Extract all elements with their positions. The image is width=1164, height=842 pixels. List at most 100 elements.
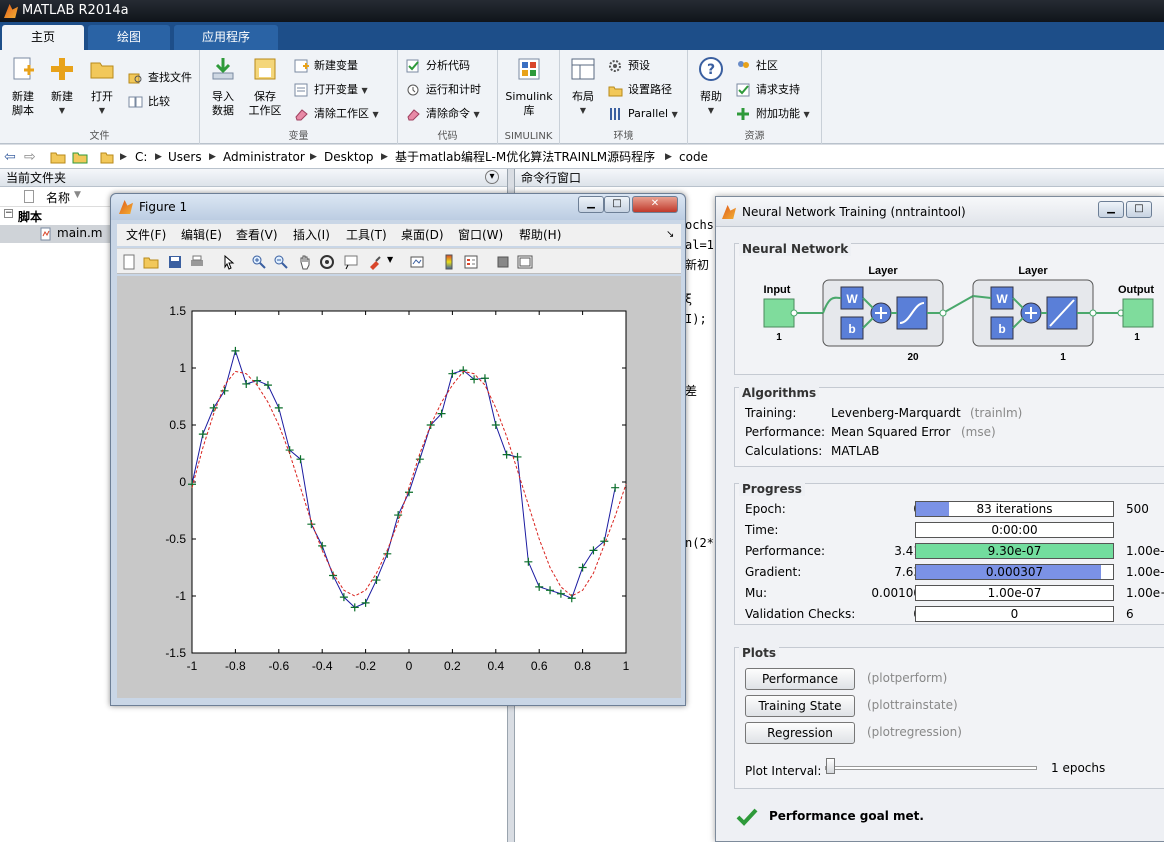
menu-desktop[interactable]: 桌面(D)	[401, 224, 444, 246]
progress-row: Mu: 0.00100 1.00e-07 1.00e+	[745, 585, 1164, 604]
pan-hand-icon[interactable]	[297, 254, 313, 270]
new-figure-icon[interactable]	[121, 254, 137, 270]
rotate-3d-icon[interactable]	[319, 254, 335, 270]
minimize-icon: ▁	[587, 198, 595, 209]
open-variable-button[interactable]: 打开变量 ▼	[294, 80, 368, 100]
save-workspace-button[interactable]: 保存 工作区	[244, 56, 286, 118]
hide-plot-tools-icon[interactable]	[495, 254, 511, 270]
import-data-icon	[212, 58, 234, 80]
zoom-in-icon[interactable]	[251, 254, 267, 270]
command-line: 差	[685, 384, 698, 398]
zoom-out-icon[interactable]	[273, 254, 289, 270]
close-button[interactable]: ✕	[632, 196, 678, 213]
legend-icon[interactable]	[463, 254, 479, 270]
menu-insert[interactable]: 插入(I)	[293, 224, 330, 246]
plot-regression-button[interactable]: Regression	[745, 722, 855, 744]
new-variable-button[interactable]: 新建变量	[294, 56, 358, 76]
eraser-icon	[295, 109, 308, 121]
layer1-weight-label: W	[846, 292, 858, 306]
open-button[interactable]: 打开 ▼	[86, 56, 118, 118]
path-segment[interactable]: Desktop	[324, 145, 374, 169]
x-tick-label: -0.8	[225, 659, 246, 673]
colorbar-icon[interactable]	[441, 254, 457, 270]
path-segment[interactable]: Users	[168, 145, 202, 169]
import-data-button[interactable]: 导入 数据	[206, 56, 240, 118]
request-support-button[interactable]: 请求支持	[736, 80, 800, 100]
clear-workspace-button[interactable]: 清除工作区 ▼	[294, 104, 379, 124]
file-group-label: 脚本	[18, 210, 43, 224]
panel-menu-icon[interactable]: ▾	[485, 170, 499, 184]
tab-apps[interactable]: 应用程序	[174, 25, 278, 50]
plot-interval-slider[interactable]	[825, 766, 1037, 770]
open-file-icon[interactable]	[143, 254, 159, 270]
compare-button[interactable]: 比较	[128, 92, 170, 112]
plot-interval-slider-thumb[interactable]	[826, 758, 835, 774]
progress-bar-fill	[916, 502, 949, 516]
nn-maximize-button[interactable]: □	[1126, 201, 1152, 218]
brush-caret-icon[interactable]: ▼	[387, 255, 393, 264]
pointer-icon[interactable]	[221, 254, 237, 270]
menu-view[interactable]: 查看(V)	[236, 224, 278, 246]
analyze-code-button[interactable]: 分析代码	[406, 56, 470, 76]
dock-arrow-icon[interactable]: ↘	[666, 224, 674, 246]
progress-bar: 0	[915, 606, 1114, 622]
up-folder-icon[interactable]	[50, 145, 66, 172]
path-separator-icon: ▶	[209, 152, 216, 162]
algorithm-label: Training:	[745, 406, 797, 420]
menu-tools[interactable]: 工具(T)	[346, 224, 387, 246]
new-label: 新建	[51, 90, 73, 103]
menu-window[interactable]: 窗口(W)	[458, 224, 503, 246]
layer2-label: Layer	[1018, 265, 1048, 277]
simulink-library-button[interactable]: Simulink 库	[504, 56, 554, 118]
output-label: Output	[1118, 284, 1154, 296]
progress-end: 1.00e+	[1126, 586, 1164, 600]
progress-end: 1.00e-0	[1126, 565, 1164, 579]
menu-help[interactable]: 帮助(H)	[519, 224, 561, 246]
forward-arrow-icon[interactable]: ⇨	[24, 145, 36, 169]
svg-text:?: ?	[707, 62, 715, 78]
path-segment[interactable]: 基于matlab编程L-M优化算法TRAINLM源码程序	[395, 145, 655, 169]
collapse-icon[interactable]: −	[4, 209, 13, 218]
maximize-button[interactable]: □	[604, 196, 630, 213]
find-files-button[interactable]: 查找文件	[128, 68, 192, 88]
community-label: 社区	[756, 59, 778, 72]
minimize-button[interactable]: ▁	[578, 196, 604, 213]
link-plot-icon[interactable]	[409, 254, 425, 270]
add-ons-button[interactable]: 附加功能 ▼	[736, 104, 810, 124]
clear-commands-button[interactable]: 清除命令 ▼	[406, 104, 480, 124]
path-segment[interactable]: C:	[135, 145, 147, 169]
progress-bar-text: 0	[1010, 607, 1019, 621]
preferences-button[interactable]: 预设	[608, 56, 650, 76]
nn-minimize-button[interactable]: ▁	[1098, 201, 1124, 218]
algorithms-title: Algorithms	[739, 386, 820, 400]
save-icon[interactable]	[167, 254, 183, 270]
command-window-text[interactable]: ochs al=1 新初 ξ I); 差 n(2*	[685, 215, 714, 553]
set-path-button[interactable]: 设置路径	[608, 80, 672, 100]
layout-button[interactable]: 布局 ▼	[566, 56, 600, 118]
plot-training-state-button[interactable]: Training State	[745, 695, 855, 717]
plot-performance-button[interactable]: Performance	[745, 668, 855, 690]
x-tick-label: 1	[623, 659, 630, 673]
line-chart[interactable]: -1 -0.8 -0.6 -0.4 -0.2 0 0.2 0.4 0.6 0.8 1 1.5 1 0.5 0…	[117, 276, 681, 698]
menu-edit[interactable]: 编辑(E)	[181, 224, 222, 246]
brush-icon[interactable]	[367, 254, 383, 270]
tab-home[interactable]: 主页	[2, 25, 84, 50]
data-cursor-icon[interactable]	[343, 254, 359, 270]
print-icon[interactable]	[189, 254, 205, 270]
name-column-header[interactable]: 名称	[46, 189, 70, 206]
nntraintool-titlebar[interactable]: Neural Network Training (nntraintool)	[716, 197, 1164, 227]
tab-plots[interactable]: 绘图	[88, 25, 170, 50]
help-button[interactable]: ? 帮助 ▼	[694, 56, 728, 118]
parallel-button[interactable]: Parallel ▼	[608, 104, 678, 124]
layer2-bias-label: b	[998, 322, 1005, 336]
browse-folder-icon[interactable]	[72, 145, 88, 172]
menu-file[interactable]: 文件(F)	[126, 224, 166, 246]
back-arrow-icon[interactable]: ⇦	[4, 145, 16, 169]
run-and-time-button[interactable]: 运行和计时	[406, 80, 481, 100]
new-script-button[interactable]: 新建 脚本	[6, 56, 40, 118]
path-segment[interactable]: code	[679, 145, 708, 169]
show-plot-tools-icon[interactable]	[517, 254, 533, 270]
new-button[interactable]: 新建 ▼	[46, 56, 78, 118]
path-segment[interactable]: Administrator	[223, 145, 305, 169]
community-button[interactable]: 社区	[736, 56, 778, 76]
